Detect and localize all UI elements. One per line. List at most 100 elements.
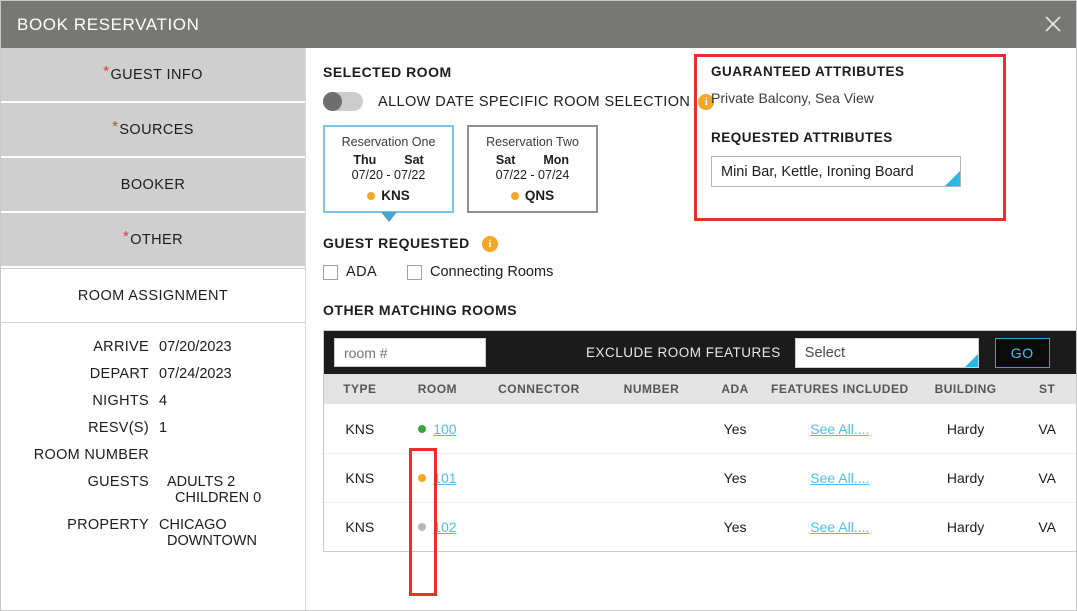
guest-requested-title-row: GUEST REQUESTED i [323,235,1076,253]
table-row[interactable]: KNS 101 Yes See All.... Hardy VA [324,453,1076,503]
dialog-title: BOOK RESERVATION [17,14,200,34]
day-end: Mon [543,153,570,167]
day-start: Sat [495,153,516,167]
cell-status: VA [1017,453,1076,503]
sidebar-item-sources[interactable]: * SOURCES [1,103,305,158]
reservation-card-days: Sat Mon [469,153,596,167]
guest-requested-checkboxes: ADA Connecting Rooms [323,264,1076,280]
checkbox-ada[interactable]: ADA [323,264,377,280]
detail-row-arrive: ARRIVE 07/20/2023 [1,339,305,355]
sidebar-item-booker[interactable]: BOOKER [1,158,305,213]
detail-value-adults: ADULTS 2 [167,474,236,490]
allow-date-specific-room-selection-toggle[interactable] [323,92,363,111]
detail-label: PROPERTY [67,517,149,533]
room-number-link[interactable]: 100 [433,421,456,437]
sidebar-item-other[interactable]: * OTHER [1,213,305,268]
cell-type: KNS [324,404,396,454]
detail-value: ADULTS 2 CHILDREN 0 [167,474,261,506]
day-start: Thu [353,153,377,167]
toggle-knob [323,92,342,111]
guaranteed-attributes-title: GUARANTEED ATTRIBUTES [711,64,905,79]
go-button[interactable]: GO [994,337,1050,368]
requested-attributes-select[interactable]: Mini Bar, Kettle, Ironing Board [711,156,961,187]
sidebar-item-label: GUEST INFO [110,66,203,83]
day-end: Sat [404,153,424,167]
book-reservation-dialog: BOOK RESERVATION * GUEST INFO * SOURCES … [0,0,1077,611]
cell-type: KNS [324,453,396,503]
reservation-card-one[interactable]: Reservation One Thu Sat 07/20 - 07/22 KN… [323,125,454,222]
cell-features: See All.... [765,404,914,454]
guaranteed-attributes-value: Private Balcony, Sea View [711,90,874,106]
table-toolbar: EXCLUDE ROOM FEATURES Select GO [324,331,1076,375]
cell-status: VA [1038,519,1056,536]
cell-room: 101 [395,453,480,503]
reservation-card-room-type: KNS [367,188,410,203]
sidebar-item-guest-info[interactable]: * GUEST INFO [1,48,305,103]
detail-row-room-number: ROOM NUMBER [1,447,305,463]
status-dot-icon [367,191,376,200]
detail-value: 1 [159,420,168,436]
dialog-titlebar: BOOK RESERVATION [1,1,1076,48]
see-all-link[interactable]: See All.... [810,470,869,486]
cell-room: 100 [395,404,480,454]
exclude-room-features-label: EXCLUDE ROOM FEATURES [586,345,781,361]
room-number-link[interactable]: 101 [433,470,456,486]
cell-connector [479,502,599,551]
selected-card-pointer-icon [380,212,397,222]
cell-features: See All.... [765,453,914,503]
status-dot-icon [510,191,519,200]
rooms-table: TYPE ROOM CONNECTOR NUMBER ADA FEATURES … [324,374,1076,551]
detail-label: RESV(S) [88,420,149,436]
see-all-link[interactable]: See All.... [810,519,869,535]
detail-label: ROOM NUMBER [33,447,149,463]
close-icon[interactable] [1038,9,1068,39]
table-row[interactable]: KNS 102 Yes See All.... Hardy VA [324,502,1076,551]
reservation-card-room-type: QNS [510,188,554,203]
table-header-row: TYPE ROOM CONNECTOR NUMBER ADA FEATURES … [324,374,1076,405]
cell-ada: Yes [704,453,766,503]
checkbox-connecting-rooms[interactable]: Connecting Rooms [407,264,553,280]
reservation-card-name: Reservation Two [486,135,579,149]
table-row[interactable]: KNS 100 Yes See All.... Hardy VA [324,404,1076,454]
cell-status: VA [1017,404,1076,454]
column-header-ada: ADA [704,374,766,405]
cell-room: 102 [396,502,480,551]
detail-value: 07/24/2023 [159,366,232,382]
select-value: Select [804,344,846,361]
cell-ada: Yes [704,404,766,454]
cell-number [599,502,704,551]
other-matching-rooms-title: OTHER MATCHING ROOMS [323,302,518,319]
checkbox-label: ADA [346,264,378,281]
detail-label: GUESTS [87,474,149,490]
dropdown-corner-icon [945,171,960,186]
requested-attributes-title: REQUESTED ATTRIBUTES [711,130,893,145]
room-status-dot-icon [418,424,427,433]
column-header-status: ST [1017,374,1076,405]
cell-type: KNS [345,519,375,536]
cell-connector [479,453,599,503]
toggle-label: ALLOW DATE SPECIFIC ROOM SELECTION [378,93,691,110]
reservation-card-days: Thu Sat [325,153,452,167]
detail-row-property: PROPERTY CHICAGO DOWNTOWN [1,517,305,549]
exclude-room-features-select[interactable]: Select [794,337,979,368]
attributes-panel: GUARANTEED ATTRIBUTES Private Balcony, S… [711,64,999,187]
info-icon[interactable]: i [482,236,499,253]
room-number-link[interactable]: 102 [433,519,456,535]
sidebar-item-label: OTHER [130,231,183,248]
sidebar-item-room-assignment[interactable]: ROOM ASSIGNMENT [1,268,305,323]
reservation-card-two[interactable]: Reservation Two Sat Mon 07/22 - 07/24 QN… [467,125,598,213]
cell-building: Hardy [913,404,1018,454]
detail-value-property-line2: DOWNTOWN [167,533,257,549]
requested-attributes-value: Mini Bar, Kettle, Ironing Board [721,163,914,180]
detail-label: ARRIVE [93,339,149,355]
room-status-dot-icon [418,473,427,482]
cell-number [598,404,705,454]
cell-building: Hardy [913,453,1018,503]
see-all-link[interactable]: See All.... [810,421,869,437]
column-header-room: ROOM [395,374,480,405]
detail-value: 07/20/2023 [159,339,232,355]
room-number-search-input[interactable] [334,338,486,368]
detail-value: 4 [159,393,168,409]
detail-row-depart: DEPART 07/24/2023 [1,366,305,382]
detail-value: CHICAGO DOWNTOWN [159,517,257,549]
